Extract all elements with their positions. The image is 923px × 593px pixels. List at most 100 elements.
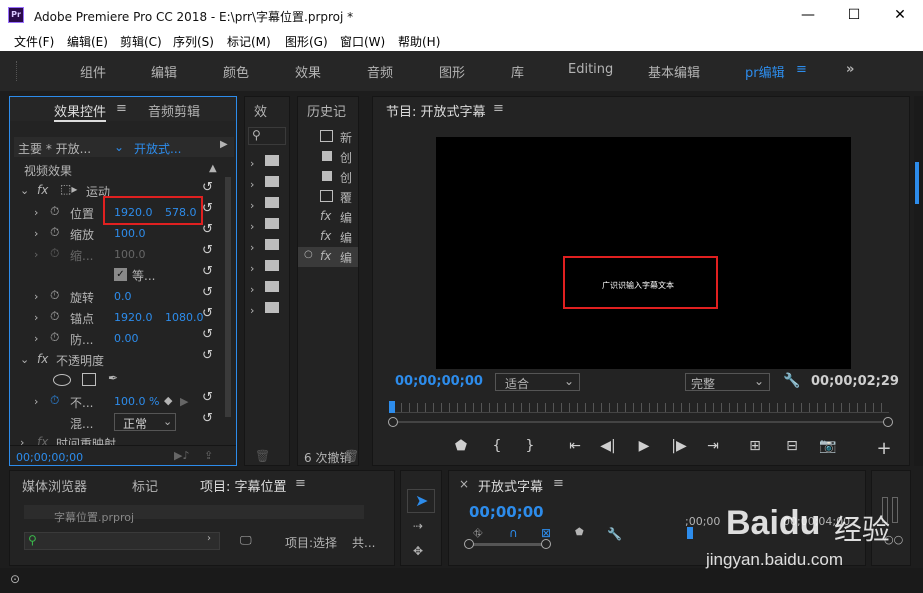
step-back-icon[interactable]: ◀| (599, 438, 617, 454)
snap-icon[interactable]: ∩ (509, 526, 518, 540)
history-item-selected[interactable]: ○ fx 编 (298, 247, 358, 267)
workspace-audio[interactable]: 音频 (367, 62, 393, 81)
scroll-up-icon[interactable]: ▲ (209, 163, 217, 174)
expand-opacity-icon[interactable]: ⌄ (20, 353, 29, 366)
reset-anchor-icon[interactable]: ↺ (202, 306, 213, 321)
mark-out-icon[interactable]: } (521, 438, 539, 454)
settings-wrench-icon[interactable]: 🔧 (607, 527, 622, 541)
menu-window[interactable]: 窗口(W) (340, 33, 385, 50)
expand-position-icon[interactable]: › (34, 206, 38, 219)
playhead-timecode[interactable]: 00;00;00;00 (395, 374, 483, 389)
effect-controls-timecode[interactable]: 00;00;00;00 (16, 451, 83, 464)
folder-icon[interactable] (265, 260, 279, 271)
reset-blend-icon[interactable]: ↺ (202, 411, 213, 426)
folder-star-icon[interactable] (265, 281, 279, 292)
play-icon[interactable]: ▶ (635, 438, 653, 454)
folder-icon[interactable] (265, 218, 279, 229)
filter-icon[interactable]: ▶♪ (174, 449, 189, 462)
lift-icon[interactable]: ⊞ (746, 438, 764, 454)
maximize-button[interactable]: ☐ (831, 0, 877, 30)
anchor-y-value[interactable]: 1080.0 (165, 311, 204, 324)
next-keyframe-icon[interactable]: ▶ (180, 395, 188, 408)
expand-folder-icon[interactable]: › (250, 178, 254, 191)
expand-folder-icon[interactable]: › (250, 283, 254, 296)
zoom-handle-right[interactable] (883, 417, 893, 427)
master-clip-label[interactable]: 主要 * 开放... (18, 140, 91, 157)
tab-project[interactable]: 项目: 字幕位置 (200, 476, 287, 495)
expand-folder-icon[interactable]: › (250, 157, 254, 170)
expand-folder-icon[interactable]: › (250, 199, 254, 212)
panel-menu-icon[interactable]: ≡ (116, 101, 127, 116)
timeline-timecode[interactable]: 00;00;00 (469, 503, 544, 521)
stopwatch-icon[interactable]: ⏱ (50, 225, 59, 240)
go-to-in-icon[interactable]: ⇤ (566, 438, 584, 454)
antiflicker-value[interactable]: 0.00 (114, 332, 139, 345)
stopwatch-icon[interactable]: ⏱ (50, 330, 59, 345)
reset-opacity-value-icon[interactable]: ↺ (202, 390, 213, 405)
history-item[interactable]: 创 (298, 147, 358, 167)
scale-value[interactable]: 100.0 (114, 227, 146, 240)
folder-star-icon[interactable] (265, 176, 279, 187)
workspace-basic-edit[interactable]: 基本编辑 (648, 62, 700, 81)
button-editor-icon[interactable]: + (875, 438, 893, 459)
history-item[interactable]: 覆 (298, 187, 358, 207)
history-item[interactable]: 新 (298, 127, 358, 147)
reset-position-icon[interactable]: ↺ (202, 201, 213, 216)
export-frame-icon[interactable]: 📷 (819, 438, 837, 454)
rectangle-mask-icon[interactable] (82, 373, 96, 386)
reset-scale-icon[interactable]: ↺ (202, 222, 213, 237)
ellipse-mask-icon[interactable] (53, 374, 71, 386)
workspace-editing-en[interactable]: Editing (568, 62, 613, 77)
zoom-handle-left[interactable] (388, 417, 398, 427)
scrollbar-thumb[interactable] (915, 162, 919, 204)
opacity-value[interactable]: 100.0 % (114, 395, 159, 408)
step-forward-icon[interactable]: |▶ (670, 438, 688, 454)
position-y-value[interactable]: 578.0 (165, 206, 197, 219)
chevron-down-icon[interactable]: ⌄ (114, 140, 124, 154)
zoom-scrollbar[interactable] (393, 421, 889, 423)
panel-menu-icon[interactable]: ≡ (295, 476, 306, 491)
stopwatch-icon[interactable]: ⏱ (50, 204, 59, 219)
workspace-menu-icon[interactable]: ≡ (796, 62, 807, 77)
track-select-tool-icon[interactable]: ⇢ (413, 519, 423, 533)
menu-help[interactable]: 帮助(H) (398, 33, 440, 50)
tab-audio-clip-mixer[interactable]: 音频剪辑 (148, 101, 200, 120)
close-button[interactable]: ✕ (877, 0, 923, 30)
zoom-handle-left[interactable] (464, 539, 474, 549)
tab-sequence[interactable]: 开放式字幕 (478, 476, 543, 495)
expand-scale-width-icon[interactable]: › (34, 248, 38, 261)
delete-icon[interactable]: 🗑 (344, 449, 359, 463)
time-ruler[interactable] (393, 403, 889, 413)
uniform-scale-checkbox[interactable]: ✓ (114, 268, 127, 281)
workspace-effects[interactable]: 效果 (295, 62, 321, 81)
tab-program[interactable]: 节目: 开放式字幕 (386, 101, 486, 120)
history-item[interactable]: 创 (298, 167, 358, 187)
workspace-graphics[interactable]: 图形 (439, 62, 465, 81)
tab-history[interactable]: 历史记 (307, 101, 346, 120)
stopwatch-active-icon[interactable]: ⏱ (50, 393, 59, 408)
tab-media-browser[interactable]: 媒体浏览器 (22, 476, 87, 495)
ripple-edit-tool-icon[interactable]: ✥ (413, 544, 423, 558)
position-x-value[interactable]: 1920.0 (114, 206, 153, 219)
video-preview[interactable]: 广识识输入字幕文本 (436, 137, 851, 369)
panel-menu-icon[interactable]: ≡ (493, 101, 504, 116)
extract-icon[interactable]: ⊟ (783, 438, 801, 454)
expand-folder-icon[interactable]: › (250, 262, 254, 275)
anchor-x-value[interactable]: 1920.0 (114, 311, 153, 324)
expand-motion-icon[interactable]: ⌄ (20, 184, 29, 197)
history-item[interactable]: fx 编 (298, 207, 358, 227)
reset-motion-icon[interactable]: ↺ (202, 180, 213, 195)
reset-rotation-icon[interactable]: ↺ (202, 285, 213, 300)
history-item[interactable]: fx 编 (298, 227, 358, 247)
caption-text[interactable]: 广识识输入字幕文本 (602, 280, 674, 291)
rotation-value[interactable]: 0.0 (114, 290, 132, 303)
reset-uniform-icon[interactable]: ↺ (202, 264, 213, 279)
play-only-icon[interactable]: ▶ (220, 139, 228, 150)
expand-anchor-icon[interactable]: › (34, 311, 38, 324)
expand-opacity-value-icon[interactable]: › (34, 395, 38, 408)
tab-markers[interactable]: 标记 (132, 476, 158, 495)
add-keyframe-icon[interactable]: ◆ (164, 394, 172, 407)
tab-effects[interactable]: 效 (254, 101, 267, 120)
timeline-playhead[interactable] (687, 527, 693, 539)
blend-mode-dropdown[interactable]: 正常 ⌄ (114, 413, 176, 431)
